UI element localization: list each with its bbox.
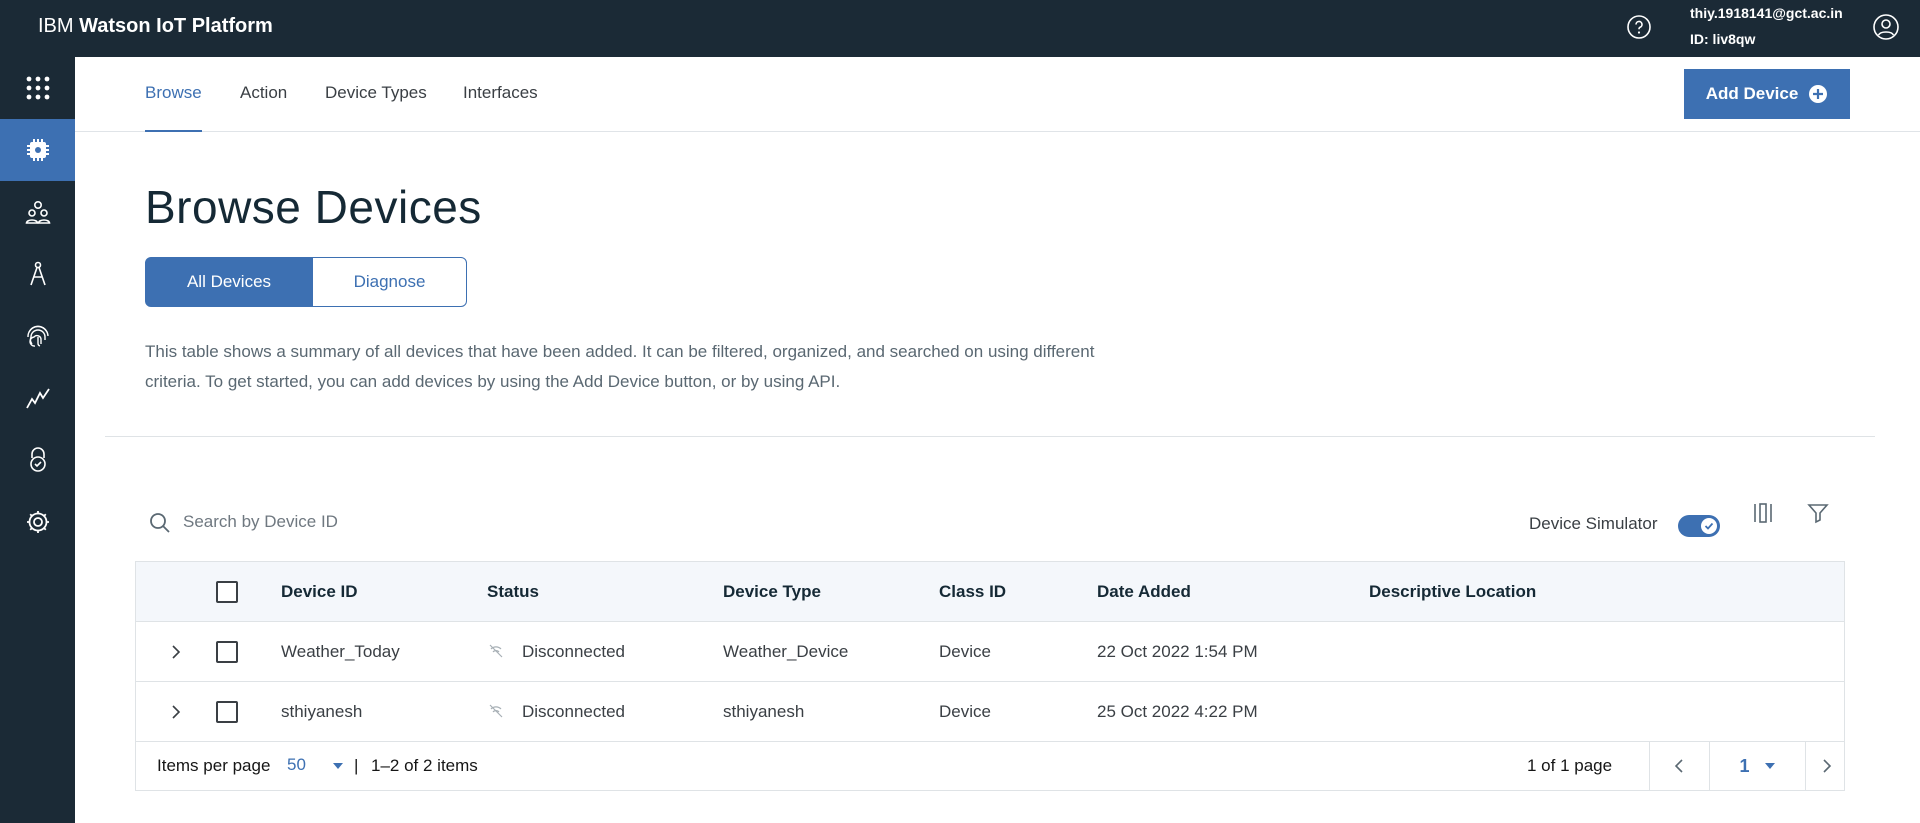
previous-page-button[interactable] [1649,742,1709,790]
toggle-knob [1701,518,1717,534]
cell-class-id: Device [939,702,991,721]
search-icon [150,513,170,533]
sidebar-item-members[interactable] [0,181,75,243]
help-icon[interactable] [1626,14,1652,40]
app-brand[interactable]: IBM Watson IoT Platform [38,0,273,57]
section-divider [105,436,1875,437]
table-row[interactable]: Weather_Today Disconnected Weather_Devic… [136,622,1844,682]
cell-device-type: Weather_Device [723,642,849,661]
columns-icon[interactable] [1751,501,1775,525]
all-devices-toggle[interactable]: All Devices [145,257,313,307]
brand-name: Watson IoT Platform [79,15,273,37]
disconnected-icon [489,644,503,658]
cell-class-id: Device [939,642,991,661]
header-status[interactable]: Status [487,562,539,622]
add-device-label: Add Device [1705,84,1799,103]
usage-chart-icon [25,388,50,409]
header-class-id[interactable]: Class ID [939,562,1006,622]
check-icon [1704,522,1714,530]
device-simulator-label: Device Simulator [1529,514,1658,533]
cell-device-type: sthiyanesh [723,702,805,721]
caret-down-icon[interactable] [332,761,344,771]
page-title: Browse Devices [145,181,482,233]
cell-date-added: 25 Oct 2022 4:22 PM [1097,702,1258,721]
search-input[interactable] [183,508,583,536]
header-location[interactable]: Descriptive Location [1369,562,1536,622]
header-device-id[interactable]: Device ID [281,562,358,622]
header-device-type[interactable]: Device Type [723,562,821,622]
row-checkbox[interactable] [216,641,238,663]
diagnose-toggle[interactable]: Diagnose [312,257,467,307]
page-select[interactable]: 1 [1709,742,1805,790]
sidebar-item-devices[interactable] [0,119,75,181]
account-icon[interactable] [1872,13,1900,41]
sidebar-item-settings[interactable] [0,491,75,553]
disconnected-icon [489,704,503,718]
header-date-added[interactable]: Date Added [1097,562,1191,622]
select-all-checkbox[interactable] [216,581,238,603]
chevron-left-icon [1674,759,1683,773]
tab-device-types[interactable]: Device Types [325,57,427,132]
apps-grid-icon [26,76,49,100]
cell-device-id: sthiyanesh [281,702,363,721]
pagination-separator: | [354,756,359,775]
expand-chevron-icon[interactable] [166,642,186,662]
caret-down-icon [1764,763,1775,769]
add-device-button[interactable]: Add Device [1684,69,1850,119]
row-checkbox[interactable] [216,701,238,723]
filter-icon[interactable] [1806,501,1830,525]
sidebar-item-apps[interactable] [0,57,75,119]
table-header-row: Device ID Status Device Type Class ID Da… [136,562,1844,622]
device-simulator-toggle[interactable] [1678,515,1720,537]
fingerprint-icon [26,325,49,347]
apps-compass-icon [29,261,46,286]
security-lock-icon [29,447,46,472]
user-email: thiy.1918141@gct.ac.in [1690,5,1843,21]
pagination-bar: Items per page 50 | 1–2 of 2 items 1 of … [136,742,1844,790]
top-header: IBM Watson IoT Platform thiy.1918141@gct… [0,0,1920,57]
page-count: 1 of 1 page [1527,756,1613,775]
page-description: This table shows a summary of all device… [145,342,1095,391]
tab-browse[interactable]: Browse [145,57,202,132]
sidebar [0,57,75,823]
tab-navigation: Browse Action Device Types Interfaces [75,57,1920,132]
current-page: 1 [1739,755,1750,776]
next-page-button[interactable] [1805,742,1845,790]
devices-chip-icon [26,139,49,161]
members-icon [25,200,50,224]
devices-table: Device ID Status Device Type Class ID Da… [135,561,1845,791]
item-range: 1–2 of 2 items [371,756,478,775]
settings-gear-icon [26,511,49,533]
items-per-page-select[interactable]: 50 [287,742,306,788]
add-circle-icon [1809,85,1828,103]
sidebar-item-rules[interactable] [0,305,75,367]
tab-interfaces[interactable]: Interfaces [463,57,538,132]
cell-status: Disconnected [522,642,626,661]
table-row[interactable]: sthiyanesh Disconnected sthiyanesh Devic… [136,682,1844,742]
items-per-page-label: Items per page [157,756,271,775]
expand-chevron-icon[interactable] [166,702,186,722]
cell-date-added: 22 Oct 2022 1:54 PM [1097,642,1258,661]
brand-prefix: IBM [38,15,74,37]
user-org-id: ID: liv8qw [1690,31,1756,47]
sidebar-item-security[interactable] [0,429,75,491]
sidebar-item-usage[interactable] [0,367,75,429]
chevron-right-icon [1822,759,1831,773]
sidebar-item-apps-access[interactable] [0,243,75,305]
cell-device-id: Weather_Today [281,642,400,661]
tab-action[interactable]: Action [240,57,287,132]
cell-status: Disconnected [522,702,626,721]
